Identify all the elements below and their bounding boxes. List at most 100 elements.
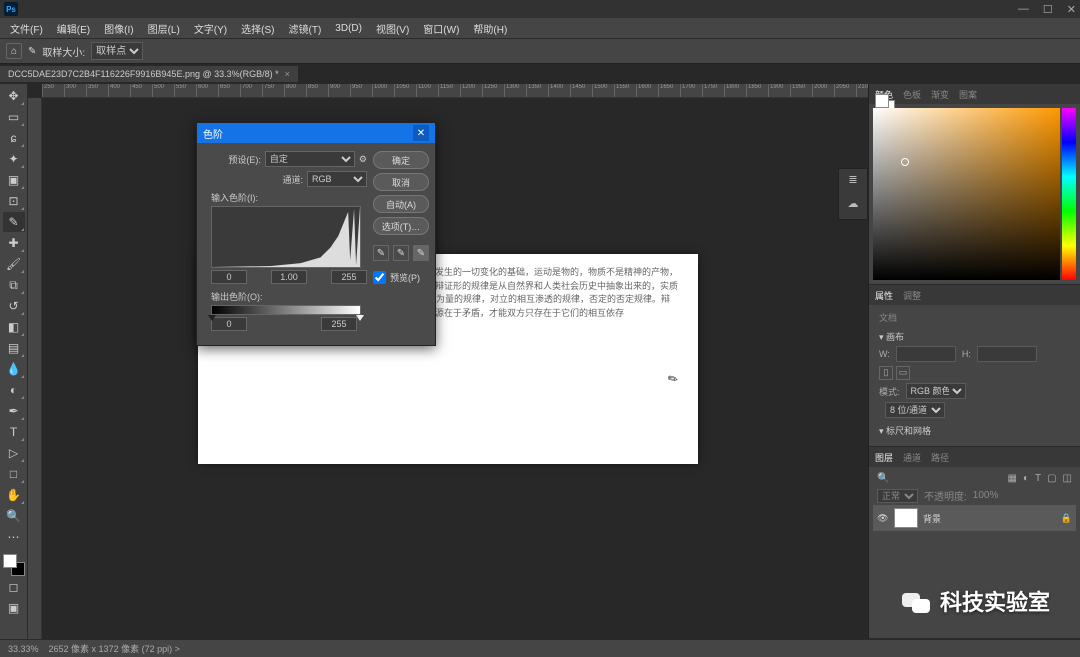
panel-tab[interactable]: 图层 [875,451,893,464]
filter-type-icon[interactable]: T [1035,473,1041,484]
orient-landscape-icon[interactable]: ▭ [896,366,910,380]
black-point-eyedropper-icon[interactable]: ✎ [373,245,389,261]
layer-row[interactable]: 👁 背景 🔒 [873,505,1076,531]
document-tab[interactable]: DCC5DAE23D7C2B4F116226F9916B945E.png @ 3… [0,66,298,82]
opacity-value[interactable]: 100% [973,490,999,501]
menu-item[interactable]: 帮助(H) [467,19,513,38]
move-tool[interactable]: ✥ [3,86,25,106]
height-input[interactable] [977,346,1037,362]
history-brush-tool[interactable]: ↺ [3,296,25,316]
menu-item[interactable]: 滤镜(T) [283,19,328,38]
output-white-value[interactable] [321,317,357,331]
dodge-tool[interactable]: ◐ [3,380,25,400]
dialog-close-button[interactable]: ✕ [413,125,429,141]
visibility-toggle-icon[interactable]: 👁 [877,513,889,524]
input-gamma-value[interactable] [271,270,307,284]
home-button[interactable]: ⌂ [6,43,22,59]
quick-select-tool[interactable]: ✦ [3,149,25,169]
blend-mode-select[interactable]: 正常 [877,489,918,503]
layer-filter-icon[interactable]: 🔍 [877,473,889,484]
preview-checkbox[interactable]: 预览(P) [373,271,429,284]
menu-item[interactable]: 选择(S) [235,19,280,38]
mode-select[interactable]: RGB 颜色 [906,383,966,399]
width-input[interactable] [896,346,956,362]
panel-tab[interactable]: 图案 [959,88,977,101]
libraries-panel-icon[interactable]: ☁ [843,197,863,215]
dialog-titlebar[interactable]: 色阶 ✕ [197,123,435,143]
white-point-eyedropper-icon[interactable]: ✎ [413,245,429,261]
fg-color-swatch[interactable] [3,554,17,568]
preview-checkbox-input[interactable] [373,271,386,284]
lasso-tool[interactable]: ɕ [3,128,25,148]
color-field[interactable] [873,108,1060,280]
color-swatches[interactable] [3,554,25,576]
histogram[interactable] [211,206,361,268]
auto-button[interactable]: 自动(A) [373,195,429,213]
output-black-slider[interactable] [208,315,216,321]
panel-tab[interactable]: 属性 [875,289,893,302]
menu-item[interactable]: 文件(F) [4,19,49,38]
filter-shape-icon[interactable]: ▢ [1047,473,1056,484]
maximize-button[interactable]: ☐ [1043,3,1053,16]
output-white-slider[interactable] [356,315,364,321]
layer-thumbnail[interactable] [894,508,918,528]
menu-item[interactable]: 图像(I) [98,19,139,38]
type-tool[interactable]: T [3,422,25,442]
path-select-tool[interactable]: ▷ [3,443,25,463]
filter-pixel-icon[interactable]: ▦ [1007,473,1016,484]
frame-tool[interactable]: ⊡ [3,191,25,211]
eraser-tool[interactable]: ◧ [3,317,25,337]
hue-slider[interactable] [1062,108,1076,280]
stamp-tool[interactable]: ⧉ [3,275,25,295]
shape-tool[interactable]: □ [3,464,25,484]
ok-button[interactable]: 确定 [373,151,429,169]
panel-tab[interactable]: 调整 [903,289,921,302]
document-info[interactable]: 2652 像素 x 1372 像素 (72 ppi) > [49,642,180,655]
minimize-button[interactable]: — [1018,3,1029,16]
layer-name[interactable]: 背景 [923,512,941,525]
menu-item[interactable]: 图层(L) [142,19,186,38]
panel-tab[interactable]: 通道 [903,451,921,464]
output-gradient[interactable] [211,305,361,315]
input-white-value[interactable] [331,270,367,284]
blur-tool[interactable]: 💧 [3,359,25,379]
hand-tool[interactable]: ✋ [3,485,25,505]
channel-select[interactable]: RGB [307,171,367,187]
history-panel-icon[interactable]: ≣ [843,173,863,191]
panel-tab[interactable]: 色板 [903,88,921,101]
color-picker[interactable] [869,104,1080,284]
edit-toolbar[interactable]: ⋯ [3,527,25,547]
eyedropper-tool[interactable]: ✎ [3,212,25,232]
menu-item[interactable]: 窗口(W) [417,19,465,38]
panel-tab[interactable]: 渐变 [931,88,949,101]
close-button[interactable]: ✕ [1067,3,1076,16]
panel-tab[interactable]: 路径 [931,451,949,464]
options-button[interactable]: 选项(T)… [373,217,429,235]
crop-tool[interactable]: ▣ [3,170,25,190]
gradient-tool[interactable]: ▤ [3,338,25,358]
depth-select[interactable]: 8 位/通道 [885,402,945,418]
preset-select[interactable]: 自定 [265,151,355,167]
gray-point-eyedropper-icon[interactable]: ✎ [393,245,409,261]
heal-tool[interactable]: ✚ [3,233,25,253]
pen-tool[interactable]: ✒ [3,401,25,421]
zoom-tool[interactable]: 🔍 [3,506,25,526]
filter-smart-icon[interactable]: ◫ [1063,473,1072,484]
zoom-level[interactable]: 33.33% [8,644,39,654]
menu-item[interactable]: 3D(D) [329,21,368,36]
quick-mask-tool[interactable]: ◻ [3,577,25,597]
output-black-value[interactable] [211,317,247,331]
menu-item[interactable]: 视图(V) [370,19,415,38]
input-black-value[interactable] [211,270,247,284]
filter-adjust-icon[interactable]: ◐ [1023,473,1029,484]
cancel-button[interactable]: 取消 [373,173,429,191]
screen-mode-tool[interactable]: ▣ [3,598,25,618]
orient-portrait-icon[interactable]: ▯ [879,366,893,380]
canvas[interactable]: 2503003504004505005506006507007508008509… [28,84,868,639]
brush-tool[interactable]: 🖌 [3,254,25,274]
menu-item[interactable]: 文字(Y) [188,19,233,38]
marquee-tool[interactable]: ▭ [3,107,25,127]
close-tab-icon[interactable]: × [285,69,290,79]
sample-size-select[interactable]: 取样点 [91,42,143,60]
preset-menu-icon[interactable]: ⚙ [359,154,367,165]
